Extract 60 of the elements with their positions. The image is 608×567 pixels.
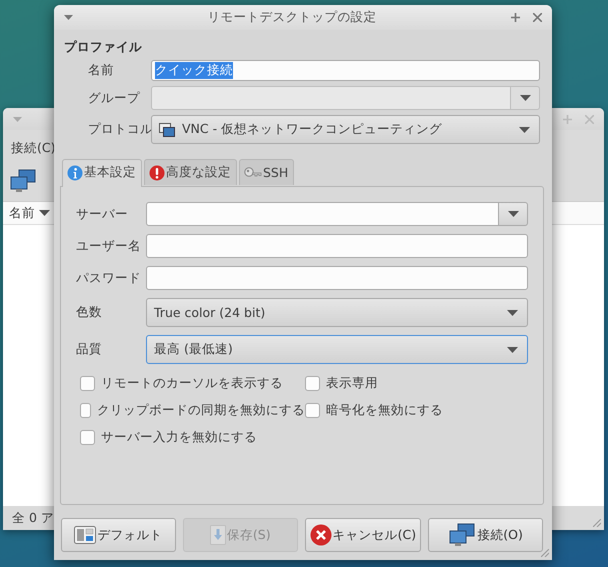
checkbox[interactable] <box>80 376 95 391</box>
maximize-icon[interactable] <box>511 13 520 22</box>
window-menu-icon[interactable] <box>64 15 73 20</box>
checkbox[interactable] <box>80 403 91 418</box>
field-label: 色数 <box>76 304 103 321</box>
windows-icon <box>159 122 175 136</box>
close-icon[interactable] <box>533 13 542 22</box>
field-label: パスワード <box>76 270 142 286</box>
key-icon <box>244 166 262 180</box>
input-field[interactable] <box>146 202 499 226</box>
dialog-button[interactable]: 接続(O) <box>428 518 543 552</box>
status-text: 全 0 ア <box>12 510 54 526</box>
window-menu-icon[interactable] <box>13 116 22 122</box>
dropdown[interactable]: 最高 (最低速) <box>146 335 528 364</box>
caret-icon <box>507 310 518 316</box>
checkbox-label[interactable]: リモートのカーソルを表示する <box>101 375 283 392</box>
dialog-button[interactable]: キャンセル(C) <box>304 518 422 552</box>
checkbox[interactable] <box>305 376 320 391</box>
input-field[interactable] <box>146 266 528 290</box>
column-header[interactable]: 名前 <box>9 204 35 222</box>
info-icon <box>67 164 83 180</box>
dropdown[interactable]: VNC - 仮想ネットワークコンピューティング <box>151 115 540 144</box>
checkbox-label[interactable]: 表示専用 <box>326 375 378 392</box>
tab[interactable]: SSH <box>239 159 294 185</box>
checkbox-label[interactable]: 暗号化を無効にする <box>326 402 443 419</box>
monitors-icon <box>448 523 476 547</box>
maximize-icon[interactable] <box>563 114 572 124</box>
checkbox-label[interactable]: クリップボードの同期を無効にする <box>97 402 305 419</box>
resize-grip-icon[interactable] <box>541 549 549 557</box>
input-field[interactable] <box>146 234 528 258</box>
cancel-icon <box>310 524 332 546</box>
dropdown[interactable]: True color (24 bit) <box>146 298 528 327</box>
close-icon[interactable] <box>585 114 594 124</box>
error-icon <box>149 164 165 180</box>
input-field[interactable]: クイック接続 <box>151 60 540 81</box>
menu-item[interactable]: 接続(C) <box>11 140 56 157</box>
download-icon <box>210 525 226 545</box>
tab[interactable]: 高度な設定 <box>144 159 237 185</box>
field-label: ユーザー名 <box>76 238 142 254</box>
caret-icon <box>520 95 530 101</box>
resize-grip-icon[interactable] <box>593 519 601 527</box>
dropdown-button[interactable] <box>511 86 540 110</box>
caret-icon <box>508 211 518 217</box>
layout-icon <box>74 526 96 544</box>
caret-icon <box>519 126 530 132</box>
field-label: 品質 <box>76 341 103 358</box>
dropdown-button[interactable] <box>499 202 528 226</box>
checkbox[interactable] <box>80 430 95 445</box>
field-label: サーバー <box>76 206 129 222</box>
checkbox[interactable] <box>305 403 320 418</box>
tab[interactable]: 基本設定 <box>62 159 142 187</box>
section-heading: プロファイル <box>64 39 142 54</box>
field-label: グループ <box>88 90 141 106</box>
checkbox-label[interactable]: サーバー入力を無効にする <box>101 429 257 446</box>
field-label: 名前 <box>88 62 115 79</box>
caret-icon <box>39 210 50 216</box>
caret-icon <box>507 346 518 352</box>
monitors-icon <box>10 169 36 193</box>
window-title: リモートデスクトップの設定 <box>206 9 378 26</box>
dialog-button[interactable]: デフォルト <box>61 518 176 552</box>
